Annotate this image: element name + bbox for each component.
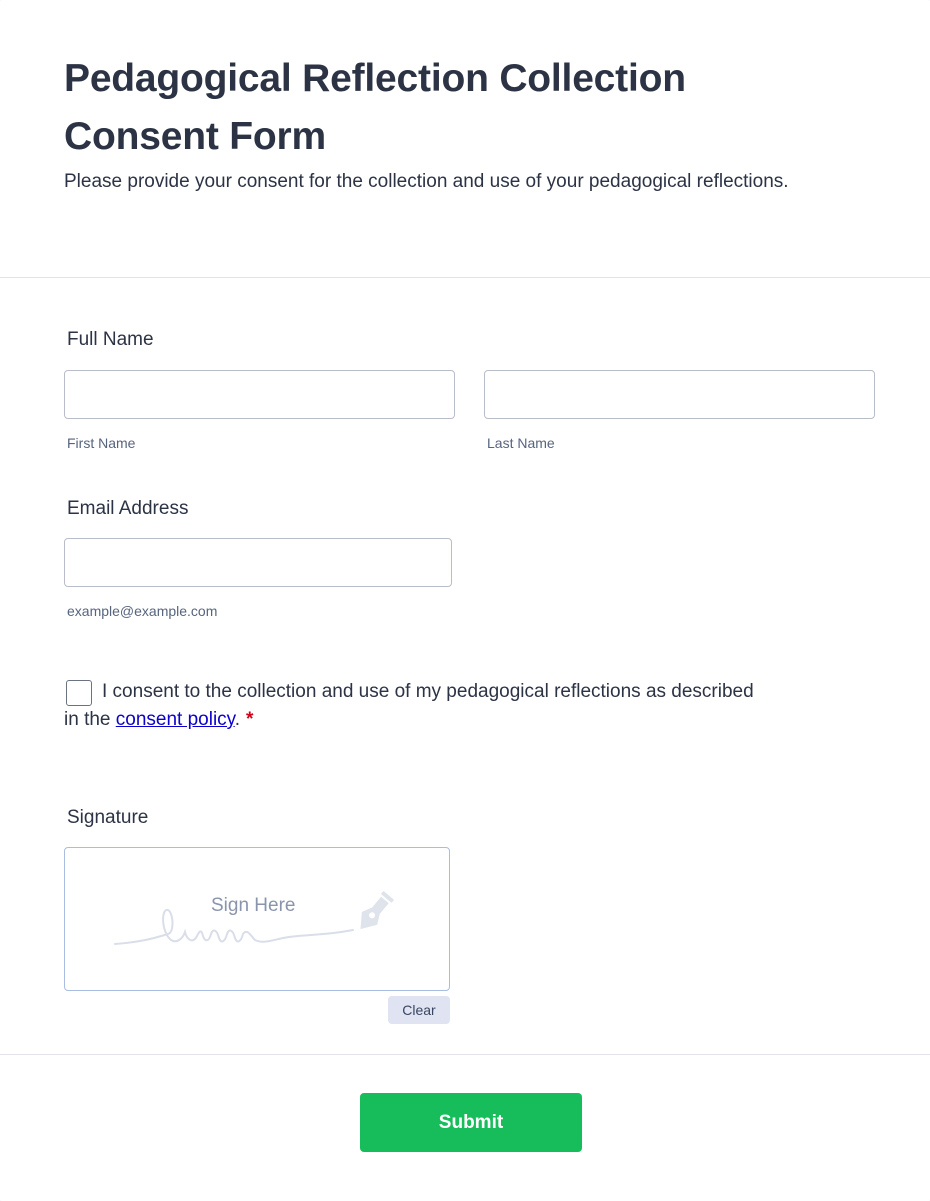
full-name-label: Full Name — [67, 329, 154, 350]
form-header: Pedagogical Reflection Collection Consen… — [0, 0, 930, 278]
form-card: Pedagogical Reflection Collection Consen… — [0, 0, 930, 1201]
signature-hint: Sign Here — [211, 895, 296, 916]
first-name-input[interactable] — [64, 370, 455, 419]
email-sublabel: example@example.com — [67, 603, 218, 619]
first-name-sublabel: First Name — [67, 435, 136, 451]
pen-nib-icon — [360, 891, 394, 930]
required-asterisk: * — [246, 709, 254, 730]
email-label: Email Address — [67, 498, 189, 519]
form-title: Pedagogical Reflection Collection Consen… — [64, 57, 686, 158]
form-footer: Submit — [0, 1054, 930, 1201]
submit-button[interactable]: Submit — [360, 1093, 582, 1152]
last-name-sublabel: Last Name — [487, 435, 555, 451]
clear-signature-button[interactable]: Clear — [388, 996, 450, 1024]
consent-text: I consent to the collection and use of m… — [64, 678, 764, 734]
signature-label: Signature — [67, 807, 149, 828]
consent-checkbox[interactable] — [66, 680, 92, 706]
last-name-input[interactable] — [484, 370, 875, 419]
email-input[interactable] — [64, 538, 452, 587]
signature-pad[interactable]: Sign Here — [64, 847, 450, 991]
consent-text-after: . — [234, 709, 241, 730]
consent-policy-link[interactable]: consent policy — [116, 709, 235, 730]
form-subtitle: Please provide your consent for the coll… — [64, 171, 789, 192]
